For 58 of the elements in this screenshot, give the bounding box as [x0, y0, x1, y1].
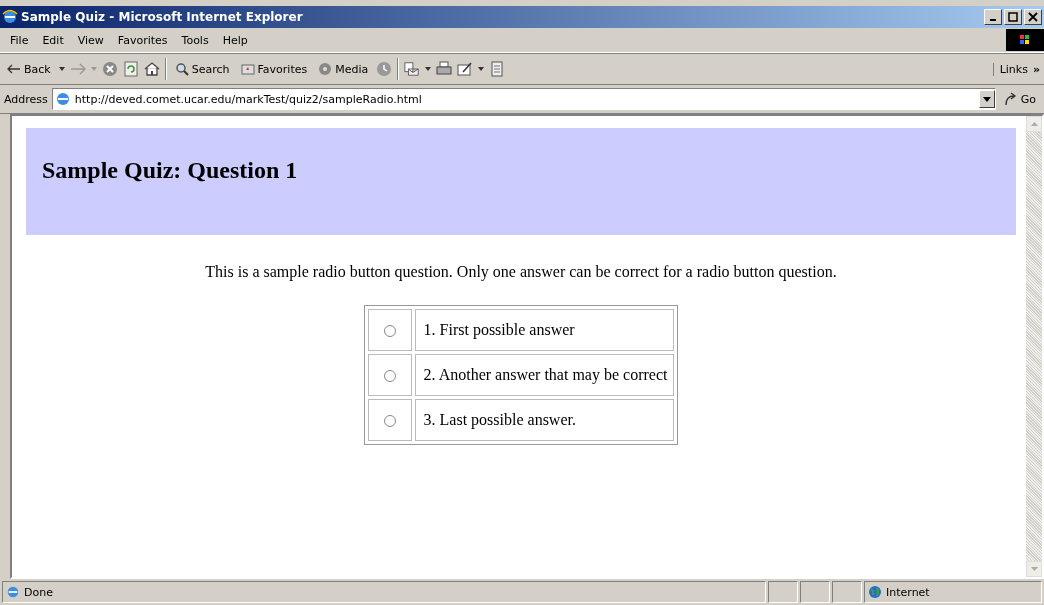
browser-logo-icon [2, 9, 18, 25]
caret-icon [982, 96, 991, 102]
edit-icon[interactable] [457, 61, 474, 77]
menu-item[interactable]: Help [216, 33, 254, 47]
links-button[interactable]: Links [992, 62, 1028, 76]
instructions-text: This is a sample radio button question. Only one answer can be correct for a radio button question. [204, 263, 838, 281]
close-button[interactable] [1024, 9, 1042, 25]
media-button[interactable]: Media [315, 62, 372, 76]
back-arrow-icon [7, 64, 21, 74]
close-icon [1028, 12, 1038, 22]
page-heading: Sample Quiz: Question 1 [42, 157, 298, 184]
menu-item[interactable]: File [4, 33, 35, 47]
maximize-icon [1008, 12, 1018, 22]
minimize-button[interactable] [984, 9, 1002, 25]
windows-logo-icon [1006, 29, 1044, 51]
home-icon[interactable] [143, 61, 160, 77]
caret-icon[interactable] [58, 67, 65, 71]
print-icon[interactable] [436, 61, 453, 77]
radio-button[interactable] [383, 415, 396, 428]
mail-icon[interactable] [404, 61, 421, 77]
answer-option: 1. First possible answer [414, 309, 675, 351]
address-label: Address [4, 92, 48, 106]
stop-icon[interactable] [101, 61, 118, 77]
down-arrow-icon [1030, 567, 1038, 571]
minimize-icon [990, 19, 996, 21]
menu-item[interactable]: Favorites [111, 33, 174, 47]
go-arrow-icon [1003, 92, 1018, 106]
scroll-up-button[interactable] [1026, 116, 1042, 132]
radio-button[interactable] [383, 325, 396, 338]
zone-text: Internet [886, 585, 930, 599]
answer-option: 2. Another answer that may be correct [414, 354, 675, 396]
address-field[interactable]: http://deved.comet.ucar.edu/markTest/quiz2/sampleRadio.html [51, 88, 996, 110]
maximize-button[interactable] [1004, 9, 1022, 25]
dropdown-button[interactable] [978, 90, 995, 108]
chevron-button[interactable]: » [1032, 62, 1044, 76]
status-panel [832, 581, 862, 603]
status-text: Done [24, 585, 53, 599]
caret-icon[interactable] [478, 67, 485, 71]
favorites-button[interactable]: Favorites [237, 62, 311, 76]
go-button[interactable]: Go [999, 92, 1040, 106]
history-icon[interactable] [376, 61, 393, 77]
scrollbar[interactable] [1026, 116, 1042, 577]
back-button[interactable]: Back [4, 62, 54, 76]
globe-icon [868, 585, 882, 599]
window-title: Sample Quiz - Microsoft Internet Explorer [21, 10, 303, 24]
menu-item[interactable]: Edit [36, 33, 70, 47]
radio-button[interactable] [383, 370, 396, 383]
caret-icon[interactable] [425, 67, 432, 71]
media-icon [318, 62, 333, 76]
status-panel [768, 581, 798, 603]
status-panel [800, 581, 830, 603]
menu-item[interactable]: Tools [175, 33, 215, 47]
search-button[interactable]: Search [171, 62, 233, 76]
menu-item[interactable]: View [71, 33, 110, 47]
up-arrow-icon [1030, 122, 1038, 126]
search-icon [174, 62, 189, 76]
answer-option: 3. Last possible answer. [414, 399, 675, 441]
scroll-down-button[interactable] [1026, 561, 1042, 577]
